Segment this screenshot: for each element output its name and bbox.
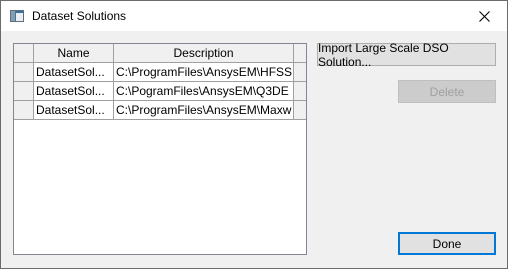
title-bar: Dataset Solutions [1,1,507,31]
cell-name[interactable]: DatasetSol... [34,63,114,82]
solutions-grid[interactable]: Name Description DatasetSol... C:\Progra… [13,43,307,255]
column-header-description[interactable]: Description [114,44,294,63]
row-filler [294,82,306,101]
window-title: Dataset Solutions [32,9,127,23]
close-button[interactable] [461,1,507,31]
import-dso-solution-button[interactable]: Import Large Scale DSO Solution... [317,41,496,69]
dataset-solutions-dialog: Dataset Solutions Name Description Datas… [0,0,508,269]
dialog-body: Name Description DatasetSol... C:\Progra… [1,31,507,268]
table-row[interactable]: DatasetSol... C:\ProgramFiles\AnsysEM\HF… [14,63,306,82]
corner-cell[interactable] [14,44,34,63]
cell-description[interactable]: C:\ProgramFiles\AnsysEM\Maxw [114,101,294,120]
column-header-filler [294,44,306,63]
row-filler [294,63,306,82]
cell-name[interactable]: DatasetSol... [34,101,114,120]
cell-name[interactable]: DatasetSol... [34,82,114,101]
grid-header-row: Name Description [14,44,306,63]
row-header[interactable] [14,101,34,120]
table-row[interactable]: DatasetSol... C:\PogramFiles\AnsysEM\Q3D… [14,82,306,101]
table-row[interactable]: DatasetSol... C:\ProgramFiles\AnsysEM\Ma… [14,101,306,120]
cell-description[interactable]: C:\ProgramFiles\AnsysEM\HFSS [114,63,294,82]
done-button[interactable]: Done [398,232,496,255]
close-icon [478,10,490,22]
window-icon [10,10,24,22]
delete-button[interactable]: Delete [398,80,496,103]
column-header-name[interactable]: Name [34,44,114,63]
row-header[interactable] [14,82,34,101]
row-filler [294,101,306,120]
cell-description[interactable]: C:\PogramFiles\AnsysEM\Q3DE [114,82,294,101]
row-header[interactable] [14,63,34,82]
